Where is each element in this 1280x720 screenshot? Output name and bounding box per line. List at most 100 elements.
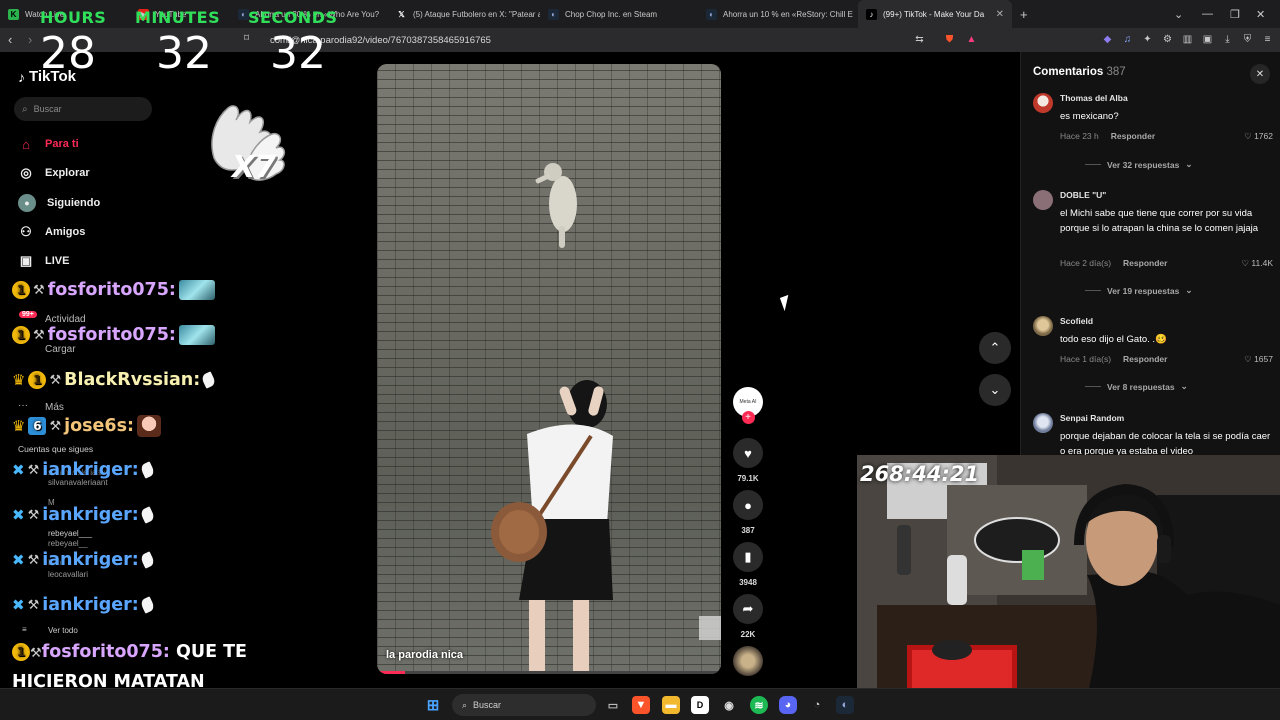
crown-icon: ♛ (12, 417, 26, 435)
chat-line: ♛ 1 ⚒ BlackRvssian: (12, 370, 217, 390)
avatar[interactable] (1033, 413, 1053, 433)
brave-browser-icon[interactable]: ▼ (632, 696, 650, 714)
follow-plus-icon[interactable]: + (741, 411, 755, 424)
chevron-up-icon: ⌃ (989, 340, 1001, 355)
tab-search-icon[interactable]: ⌄ (1174, 0, 1183, 28)
avatar[interactable] (1033, 93, 1053, 113)
obs-icon[interactable]: ◔ (808, 696, 826, 714)
comment-button[interactable]: ● 387 (733, 490, 763, 535)
avatar[interactable] (1033, 190, 1053, 210)
steam-icon[interactable]: ◐ (836, 696, 854, 714)
kick-icon: K (8, 8, 19, 20)
comment-likes[interactable]: ♡ 11.4K (1241, 258, 1273, 269)
maximize-icon[interactable]: ❐ (1230, 0, 1240, 28)
browser-tab-active[interactable]: ♪ (99+) TikTok - Make Your Da ✕ (858, 0, 1012, 28)
new-tab-button[interactable]: + (1012, 0, 1042, 28)
nav-label: Explorar (45, 167, 90, 179)
translate-icon[interactable]: ⇆ (912, 32, 927, 47)
nav-upload[interactable]: Cargar (45, 344, 76, 355)
view-replies-button[interactable]: Ver 8 respuestas ⌄ (1085, 381, 1188, 392)
next-video-button[interactable]: ⌄ (979, 374, 1011, 406)
reply-button[interactable]: Responder (1111, 131, 1155, 141)
view-replies-button[interactable]: Ver 19 respuestas ⌄ (1085, 285, 1192, 296)
nav-for-you[interactable]: ⌂ Para ti (18, 136, 79, 152)
comment-username[interactable]: Senpai Random (1060, 413, 1124, 423)
comment-likes[interactable]: ♡ 1657 (1244, 354, 1273, 365)
comment-meta: Hace 1 día(s) Responder (1060, 354, 1167, 364)
cat-shape (535, 163, 577, 248)
avatar[interactable] (1033, 316, 1053, 336)
like-button[interactable]: ♥ 79.1K (733, 438, 763, 483)
emote-icon (178, 280, 215, 300)
wallet-icon[interactable]: ▣ (1200, 32, 1215, 47)
meta-ai-label: Meta AI (739, 399, 757, 405)
extension-icon[interactable]: ◆ (1100, 32, 1115, 47)
download-icon[interactable]: ⤓ (1220, 32, 1235, 47)
view-replies-button[interactable]: Ver 32 respuestas ⌄ (1085, 159, 1192, 170)
sub-badge-icon: 1 (12, 326, 30, 344)
mouse-cursor (779, 294, 794, 312)
divider (1085, 386, 1101, 387)
brave-rewards-icon[interactable]: ▲ (964, 32, 979, 47)
share-count: 22K (740, 630, 756, 639)
comment-likes[interactable]: ♡ 1762 (1244, 131, 1273, 142)
nav-explore[interactable]: ◎ Explorar (18, 165, 90, 181)
tiktok-logo[interactable]: ♪ TikTok (18, 68, 76, 85)
sound-disc-button[interactable] (733, 646, 763, 676)
minimize-icon[interactable]: — (1202, 0, 1213, 28)
sidebar-toggle-icon[interactable]: ▥ (1180, 32, 1195, 47)
settings-icon[interactable]: ⚙ (1160, 32, 1175, 47)
comment-username[interactable]: Thomas del Alba (1060, 93, 1128, 103)
app-icon[interactable]: D (691, 696, 709, 714)
windows-start-icon[interactable]: ⊞ (424, 696, 442, 714)
video-progress-fill (377, 671, 405, 674)
task-view-icon[interactable]: ▭ (604, 696, 622, 714)
search-icon: ⌕ (22, 103, 28, 115)
taskbar-search[interactable]: ⌕ Buscar (452, 694, 596, 716)
following-account-name[interactable]: rebeyael___ (48, 529, 92, 538)
nav-activity[interactable]: Actividad (45, 314, 86, 325)
close-tab-icon[interactable]: ✕ (996, 9, 1004, 20)
video-player[interactable]: la parodia nica (377, 64, 721, 674)
video-author[interactable]: la parodia nica (386, 649, 463, 661)
brave-shield-icon[interactable]: ⛊ (942, 32, 957, 47)
close-window-icon[interactable]: ✕ (1256, 0, 1265, 28)
save-button[interactable]: ▮ 3948 (733, 542, 763, 587)
vpn-icon[interactable]: ⛨ (1240, 32, 1255, 47)
nav-live[interactable]: ▣ LIVE (18, 253, 70, 269)
menu-icon[interactable]: ≡ (1260, 32, 1275, 47)
search-input[interactable]: ⌕ Buscar (14, 97, 152, 121)
back-icon[interactable]: ‹ (8, 32, 12, 47)
file-explorer-icon[interactable]: ▬ (662, 696, 680, 714)
pickaxe-icon: ⚒ (27, 462, 40, 478)
previous-video-button[interactable]: ⌃ (979, 332, 1011, 364)
comment-username[interactable]: DOBLE "U" (1060, 190, 1106, 200)
comment-text: el Michi sabe que tiene que correr por s… (1060, 208, 1259, 234)
video-progress-bar[interactable] (377, 671, 721, 674)
friends-icon: ⚇ (20, 224, 32, 239)
spotify-icon[interactable]: ≋ (750, 696, 768, 714)
forward-icon[interactable]: › (28, 32, 32, 47)
browser-tab[interactable]: ◐ Chop Chop Inc. en Steam (540, 0, 698, 28)
discord-icon[interactable]: ◕ (779, 696, 797, 714)
browser-tab[interactable]: 𝕏 (5) Ataque Futbolero en X: "Patear a (388, 0, 540, 28)
nav-friends[interactable]: ⚇ Amigos (18, 224, 85, 240)
bookmark-icon[interactable]: ⌑ (244, 33, 249, 44)
audio-icon[interactable]: ♫ (1120, 32, 1135, 47)
share-button[interactable]: ➦ 22K (733, 594, 763, 639)
reply-button[interactable]: Responder (1123, 258, 1167, 268)
reply-button[interactable]: Responder (1123, 354, 1167, 364)
home-icon: ⌂ (22, 136, 30, 152)
browser-tab[interactable]: ◐ Ahorra un 10 % en «ReStory: Chill E (698, 0, 858, 28)
close-comments-button[interactable]: ✕ (1250, 64, 1270, 84)
steam-app-icon[interactable]: ◉ (720, 696, 738, 714)
chat-username: fosforito075: (47, 280, 176, 300)
meta-ai-button[interactable]: Meta AI + (733, 387, 763, 424)
like-count: 1657 (1254, 354, 1273, 364)
chat-username: jose6s: (64, 416, 135, 436)
nav-more[interactable]: Más (45, 402, 64, 413)
nav-following[interactable]: ● Siguiendo (18, 194, 100, 212)
see-all-link[interactable]: Ver todo (48, 626, 78, 635)
puzzle-icon[interactable]: ✦ (1140, 32, 1155, 47)
comment-username[interactable]: Scofield (1060, 316, 1093, 326)
